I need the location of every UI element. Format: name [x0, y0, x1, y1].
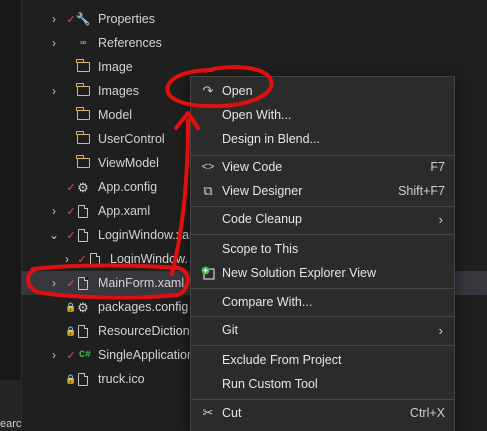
menu-item-view-code[interactable]: <> View Code F7 — [191, 155, 454, 179]
folder-icon — [75, 79, 91, 103]
tree-item-label: UserControl — [98, 132, 165, 146]
menu-separator — [191, 345, 454, 346]
menu-separator — [191, 288, 454, 289]
tree-item-label: truck.ico — [98, 372, 145, 386]
menu-item-view-designer[interactable]: ⧉ View Designer Shift+F7 — [191, 179, 454, 203]
references-icon: ▫◦ — [80, 37, 87, 49]
code-icon: <> — [201, 161, 215, 173]
folder-icon — [75, 103, 91, 127]
scissors-icon: ✂ — [202, 405, 214, 420]
folder-icon — [75, 151, 91, 175]
tree-item-label: MainForm.xaml — [98, 276, 185, 290]
tree-item-label: App.config — [98, 180, 158, 194]
designer-icon: ⧉ — [203, 183, 213, 198]
expand-chevron-icon[interactable]: › — [48, 271, 60, 295]
menu-item-git[interactable]: Git › — [191, 318, 454, 342]
tree-item-label: Image — [98, 60, 133, 74]
left-rail: earc — [0, 0, 22, 430]
expand-chevron-icon[interactable]: › — [48, 79, 60, 103]
git-modified-check-icon: ✓ — [77, 253, 87, 266]
menu-item-design-in-blend[interactable]: Design in Blend... — [191, 127, 454, 151]
tree-item-label: References — [98, 36, 162, 50]
xaml-file-icon — [75, 319, 91, 343]
folder-icon — [75, 127, 91, 151]
tree-item-label: LoginWindow.xan — [98, 228, 196, 242]
menu-item-code-cleanup[interactable]: Code Cleanup › — [191, 207, 454, 231]
config-icon: ⚙ — [77, 299, 89, 315]
menu-separator — [191, 399, 454, 400]
tree-item-label: SingleApplication — [98, 348, 194, 362]
menu-item-open[interactable]: ↷ Open — [191, 79, 454, 103]
tree-item-references[interactable]: › ▫◦ References — [21, 31, 487, 55]
collapse-chevron-icon[interactable]: ⌄ — [48, 223, 60, 247]
submenu-arrow-icon: › — [438, 211, 443, 227]
expand-chevron-icon[interactable]: › — [48, 7, 60, 31]
menu-item-run-custom-tool[interactable]: Run Custom Tool — [191, 372, 454, 396]
menu-item-scope-to-this[interactable]: Scope to This — [191, 237, 454, 261]
menu-item-open-with[interactable]: Open With... — [191, 103, 454, 127]
tree-item-label: App.xaml — [98, 204, 151, 218]
tree-item-label: packages.config — [98, 300, 189, 314]
menu-item-exclude-from-project[interactable]: Exclude From Project — [191, 348, 454, 372]
tree-item-label: Model — [98, 108, 133, 122]
submenu-arrow-icon: › — [438, 322, 443, 338]
xaml-file-icon — [75, 271, 91, 295]
xaml-file-icon — [75, 199, 91, 223]
expand-chevron-icon[interactable]: › — [48, 199, 60, 223]
new-view-icon — [199, 261, 217, 285]
xaml-file-icon — [87, 247, 103, 271]
menu-item-compare-with[interactable]: Compare With... — [191, 290, 454, 314]
xaml-file-icon — [75, 223, 91, 247]
open-arrow-icon: ↷ — [202, 83, 214, 98]
image-file-icon — [75, 367, 91, 391]
wrench-icon: 🔧 — [75, 12, 91, 26]
config-icon: ⚙ — [77, 179, 89, 195]
search-tab-label[interactable]: earc — [0, 418, 21, 430]
tree-item-label: LoginWindow. — [110, 252, 188, 266]
tree-item-properties[interactable]: › ✓ 🔧 Properties — [21, 7, 487, 31]
menu-item-new-solution-explorer-view[interactable]: New Solution Explorer View — [191, 261, 454, 285]
tree-item-label: Images — [98, 84, 139, 98]
menu-separator — [191, 234, 454, 235]
folder-icon — [75, 55, 91, 79]
tree-item-label: ViewModel — [98, 156, 159, 170]
git-modified-check-icon: ✓ — [66, 349, 76, 362]
expand-chevron-icon[interactable]: › — [48, 343, 60, 367]
expand-chevron-icon[interactable]: › — [48, 31, 60, 55]
csharp-file-icon: C# — [78, 349, 91, 361]
tree-item-label: ResourceDictiona — [98, 324, 197, 338]
context-menu: ↷ Open Open With... Design in Blend... <… — [190, 76, 455, 431]
menu-separator — [191, 316, 454, 317]
expand-chevron-icon[interactable]: › — [61, 247, 73, 271]
tree-item-label: Properties — [98, 12, 155, 26]
menu-item-cut[interactable]: ✂ Cut Ctrl+X — [191, 401, 454, 425]
